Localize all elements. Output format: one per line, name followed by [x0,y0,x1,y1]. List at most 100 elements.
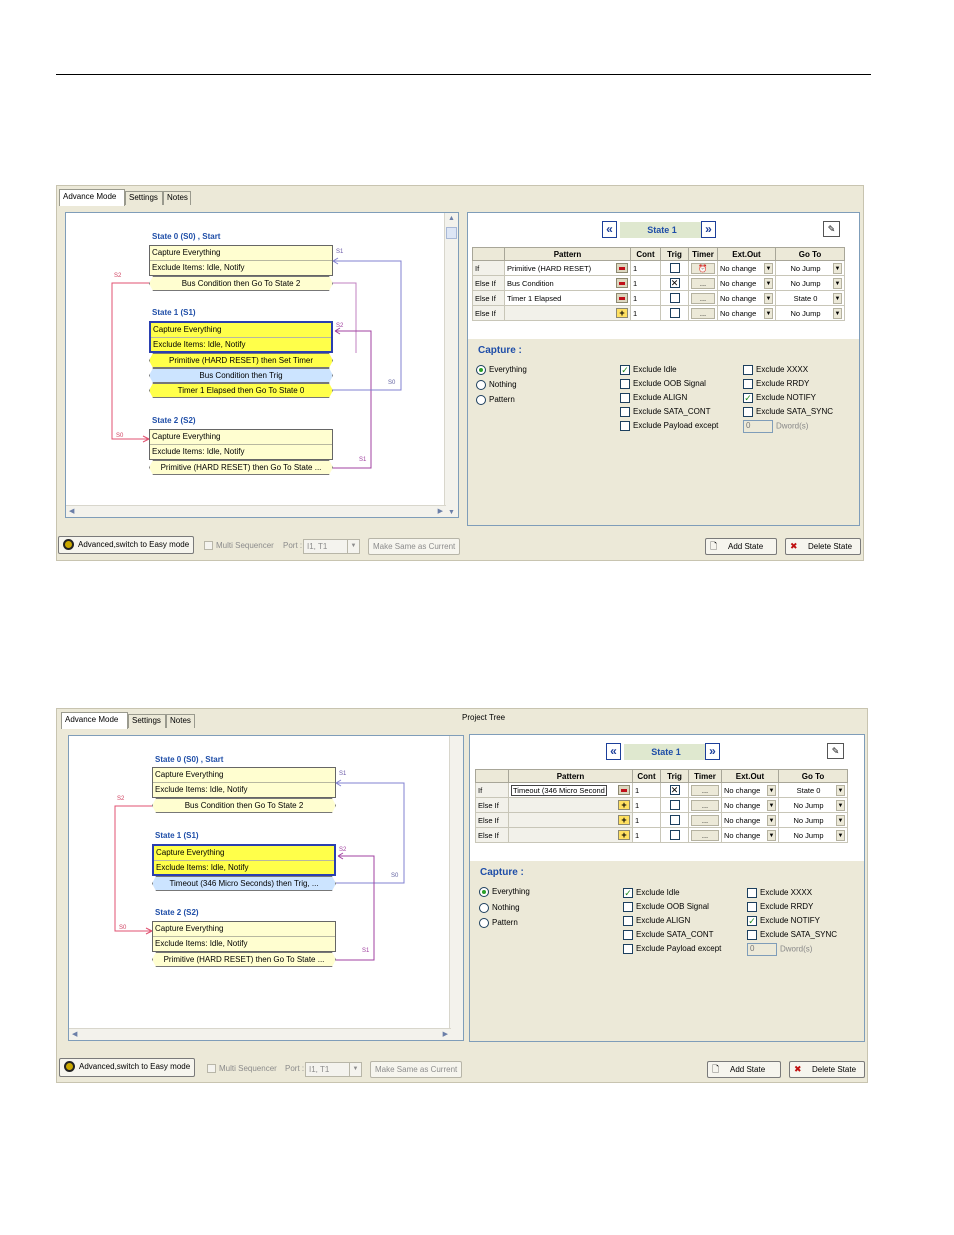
chevron-down-icon[interactable]: ▼ [764,292,773,304]
goto-value[interactable]: State 0 [778,294,833,303]
eraser-icon[interactable]: ✎ [827,743,844,759]
chevron-down-icon[interactable]: ▼ [833,292,842,304]
dword-field[interactable]: 0 Dword(s) [743,420,808,433]
tab-advance-mode[interactable]: Advance Mode [59,189,125,206]
goto-value[interactable]: No Jump [781,816,836,825]
table-row[interactable]: If Timeout (346 Micro Second 1 ✕ ... No … [475,782,848,798]
table-row[interactable]: Else If Timer 1 Elapsed 1 ... No change ▼… [472,290,845,306]
radio-nothing[interactable]: Nothing [476,380,517,390]
table-row[interactable]: Else If + 1 ... No change ▼ No Jump ▼ [472,305,845,321]
diagram-vscroll[interactable]: ▲ ▼ [444,213,458,517]
prev-state-button[interactable]: « [602,221,617,238]
chevron-down-icon[interactable]: ▼ [764,307,773,319]
check-exclude-xxxx[interactable]: Exclude XXXX [743,365,808,375]
chevron-down-icon[interactable]: ▼ [764,277,773,289]
ext-out-value[interactable]: No change [724,801,760,810]
next-state-button[interactable]: » [701,221,716,238]
check-exclude-xxxx[interactable]: Exclude XXXX [747,888,812,898]
delete-state-button[interactable]: ✖ Delete State [789,1061,865,1078]
chevron-down-icon[interactable]: ▼ [833,307,842,319]
make-same-button[interactable]: Make Same as Current [368,538,461,555]
table-row[interactable]: Else If + 1 ... No change ▼ No Jump ▼ [475,827,848,843]
multi-sequencer-checkbox[interactable]: Multi Sequencer [207,1064,277,1074]
chevron-down-icon[interactable]: ▼ [767,784,776,796]
cont-value[interactable]: 1 [630,290,661,306]
chevron-down-icon[interactable]: ▼ [836,829,845,841]
check-exclude-align[interactable]: Exclude ALIGN [620,393,687,403]
timer-button[interactable]: ... [691,829,719,841]
cont-value[interactable]: 1 [630,275,661,291]
trig-checkbox[interactable] [669,815,680,825]
check-exclude-oob[interactable]: Exclude OOB Signal [620,379,706,389]
easy-mode-button[interactable]: Advanced,switch to Easy mode [59,1058,196,1077]
ext-out-value[interactable]: No change [720,309,756,318]
pattern-value[interactable]: Timeout (346 Micro Second [511,784,607,796]
radio-everything[interactable]: Everything [479,887,530,897]
remove-pattern-icon[interactable] [616,263,628,273]
check-exclude-rrdy[interactable]: Exclude RRDY [747,902,813,912]
state-diagram-canvas[interactable]: State 0 (S0) , Start Capture Everything … [65,212,459,518]
goto-value[interactable]: No Jump [778,279,833,288]
timer-icon[interactable]: ⏰ [691,262,715,274]
state-diagram-canvas[interactable]: State 0 (S0) , Start Capture Everything … [68,735,464,1041]
remove-pattern-icon[interactable] [616,278,628,288]
chevron-down-icon[interactable]: ▼ [836,784,845,796]
dword-field[interactable]: 0 Dword(s) [747,943,812,956]
check-exclude-sata-cont[interactable]: Exclude SATA_CONT [620,407,711,417]
diagram-hscroll[interactable]: ◀ ▶ [66,505,446,517]
tab-notes[interactable]: Notes [163,191,191,205]
cont-value[interactable]: 1 [632,812,661,828]
diagram-hscroll[interactable]: ◀ ▶ [69,1028,451,1040]
ext-out-value[interactable]: No change [724,786,760,795]
timer-button[interactable]: ... [691,784,719,796]
add-pattern-icon[interactable]: + [618,830,630,840]
radio-pattern[interactable]: Pattern [479,918,518,928]
tab-settings[interactable]: Settings [125,191,163,205]
add-pattern-icon[interactable]: + [616,308,628,318]
trig-checkbox[interactable] [669,308,680,318]
make-same-button[interactable]: Make Same as Current [370,1061,463,1078]
check-exclude-notify[interactable]: Exclude NOTIFY [743,393,816,403]
check-exclude-align[interactable]: Exclude ALIGN [623,916,690,926]
chevron-down-icon[interactable]: ▼ [836,799,845,811]
radio-pattern[interactable]: Pattern [476,395,515,405]
timer-button[interactable]: ... [691,292,715,304]
chevron-down-icon[interactable]: ▼ [833,277,842,289]
table-row[interactable]: Else If + 1 ... No change ▼ No Jump ▼ [475,812,848,828]
tab-notes[interactable]: Notes [166,714,195,728]
timer-button[interactable]: ... [691,277,715,289]
timer-button[interactable]: ... [691,814,719,826]
radio-everything[interactable]: Everything [476,365,527,375]
trig-checkbox[interactable] [669,263,680,273]
cont-value[interactable]: 1 [632,827,661,843]
check-exclude-payload[interactable]: Exclude Payload except [623,944,721,954]
table-row[interactable]: Else If + 1 ... No change ▼ No Jump ▼ [475,797,848,813]
chevron-down-icon[interactable]: ▼ [767,814,776,826]
diagram-vscroll[interactable] [449,736,463,1040]
cont-value[interactable]: 1 [630,305,661,321]
chevron-down-icon[interactable]: ▼ [764,262,773,274]
chevron-down-icon[interactable]: ▼ [833,262,842,274]
trig-checkbox[interactable] [669,293,680,303]
check-exclude-payload[interactable]: Exclude Payload except [620,421,718,431]
cont-value[interactable]: 1 [630,260,661,276]
next-state-button[interactable]: » [705,743,720,760]
ext-out-value[interactable]: No change [720,294,756,303]
delete-state-button[interactable]: ✖ Delete State [785,538,861,555]
table-row[interactable]: Else If Bus Condition 1 ✕ ... No change ▼… [472,275,845,291]
check-exclude-oob[interactable]: Exclude OOB Signal [623,902,709,912]
check-exclude-idle[interactable]: Exclude Idle [623,888,680,898]
remove-pattern-icon[interactable] [618,785,630,795]
goto-value[interactable]: No Jump [781,801,836,810]
ext-out-value[interactable]: No change [724,816,760,825]
timer-button[interactable]: ... [691,307,715,319]
remove-pattern-icon[interactable] [616,293,628,303]
check-exclude-sata-sync[interactable]: Exclude SATA_SYNC [743,407,833,417]
port-select[interactable]: I1, T1 ▼ [305,1062,362,1077]
trig-checkbox[interactable]: ✕ [669,278,680,288]
trig-checkbox[interactable] [669,800,680,810]
chevron-down-icon[interactable]: ▼ [767,829,776,841]
goto-value[interactable]: State 0 [781,786,836,795]
goto-value[interactable]: No Jump [778,309,833,318]
goto-value[interactable]: No Jump [778,264,833,273]
